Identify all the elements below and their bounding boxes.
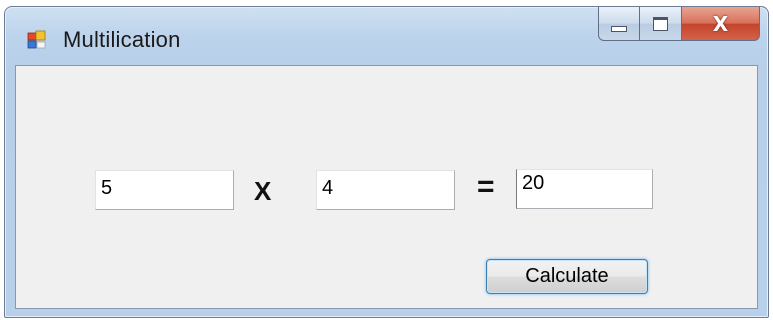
minimize-button[interactable] <box>598 7 640 41</box>
app-window: Multilication X 5 X 4 = 20 Calculate <box>4 6 769 318</box>
window-controls: X <box>598 7 760 43</box>
title-bar[interactable]: Multilication X <box>5 7 768 65</box>
close-icon: X <box>712 11 729 36</box>
operand2-input[interactable]: 4 <box>316 170 455 210</box>
operand1-input[interactable]: 5 <box>95 170 234 210</box>
application-icon <box>27 30 46 49</box>
form-client-area: 5 X 4 = 20 Calculate <box>15 65 758 309</box>
result-field[interactable]: 20 <box>516 169 653 209</box>
calculate-button[interactable]: Calculate <box>486 259 648 294</box>
close-button[interactable]: X <box>682 7 760 41</box>
minimize-icon <box>611 25 627 32</box>
maximize-icon <box>653 16 668 31</box>
window-title: Multilication <box>63 27 181 52</box>
equals-label: = <box>477 170 495 203</box>
multiply-operator-label: X <box>254 176 272 206</box>
maximize-button[interactable] <box>640 7 682 41</box>
